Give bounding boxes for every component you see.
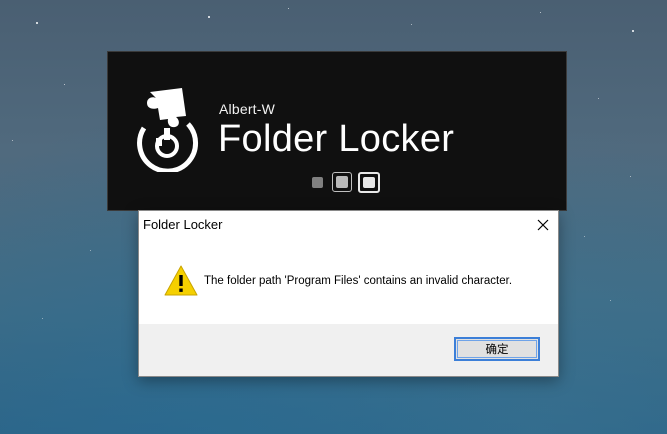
warning-icon	[164, 264, 198, 298]
star	[540, 12, 541, 13]
dialog-title: Folder Locker	[143, 217, 223, 232]
star	[632, 30, 634, 32]
message-dialog: Folder Locker The folder path 'Program F…	[138, 210, 559, 377]
star	[584, 236, 585, 237]
star	[598, 98, 599, 99]
puzzle-lock-logo-icon	[130, 86, 200, 174]
dialog-message: The folder path 'Program Files' contains…	[204, 275, 513, 287]
star	[90, 250, 91, 251]
dialog-footer: 确定	[139, 324, 558, 376]
desktop-background: Albert-W Folder Locker Folder Locker The	[0, 0, 667, 434]
dialog-titlebar[interactable]: Folder Locker	[139, 211, 558, 239]
ok-button[interactable]: 确定	[454, 337, 540, 361]
close-button[interactable]	[528, 211, 558, 239]
star	[610, 300, 611, 301]
star	[12, 140, 13, 141]
close-icon	[537, 219, 549, 231]
star	[288, 8, 289, 9]
app-title: Folder Locker	[218, 118, 455, 160]
loading-dot	[312, 177, 323, 188]
star	[411, 24, 412, 25]
splash-window: Albert-W Folder Locker	[107, 51, 567, 211]
star	[64, 84, 65, 85]
loading-dot-active	[358, 172, 380, 193]
loading-dot	[332, 172, 352, 192]
vendor-label: Albert-W	[219, 101, 276, 117]
star	[630, 176, 631, 177]
star	[42, 318, 43, 319]
star	[208, 16, 210, 18]
star	[36, 22, 38, 24]
